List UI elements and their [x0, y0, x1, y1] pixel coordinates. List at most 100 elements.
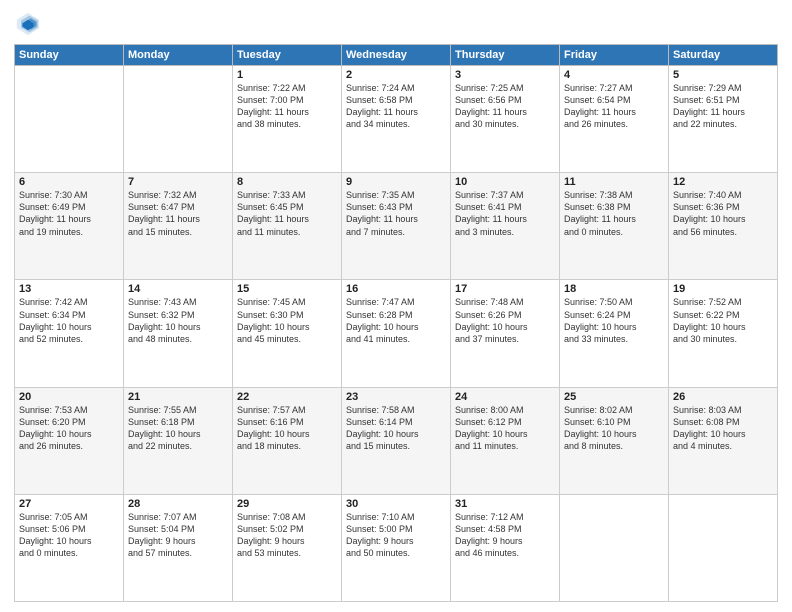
day-cell: 24Sunrise: 8:00 AM Sunset: 6:12 PM Dayli…	[451, 387, 560, 494]
day-info: Sunrise: 7:22 AM Sunset: 7:00 PM Dayligh…	[237, 82, 337, 131]
weekday-header-wednesday: Wednesday	[342, 45, 451, 66]
day-cell: 23Sunrise: 7:58 AM Sunset: 6:14 PM Dayli…	[342, 387, 451, 494]
day-number: 20	[19, 391, 119, 403]
day-info: Sunrise: 7:52 AM Sunset: 6:22 PM Dayligh…	[673, 296, 773, 345]
day-cell	[669, 494, 778, 601]
day-number: 8	[237, 176, 337, 188]
day-cell	[124, 66, 233, 173]
day-cell: 22Sunrise: 7:57 AM Sunset: 6:16 PM Dayli…	[233, 387, 342, 494]
day-info: Sunrise: 7:47 AM Sunset: 6:28 PM Dayligh…	[346, 296, 446, 345]
day-info: Sunrise: 8:03 AM Sunset: 6:08 PM Dayligh…	[673, 404, 773, 453]
day-info: Sunrise: 8:02 AM Sunset: 6:10 PM Dayligh…	[564, 404, 664, 453]
day-number: 24	[455, 391, 555, 403]
day-number: 21	[128, 391, 228, 403]
header	[14, 10, 778, 38]
weekday-header-row: SundayMondayTuesdayWednesdayThursdayFrid…	[15, 45, 778, 66]
day-number: 13	[19, 283, 119, 295]
calendar: SundayMondayTuesdayWednesdayThursdayFrid…	[14, 44, 778, 602]
day-cell: 21Sunrise: 7:55 AM Sunset: 6:18 PM Dayli…	[124, 387, 233, 494]
day-number: 25	[564, 391, 664, 403]
day-cell: 12Sunrise: 7:40 AM Sunset: 6:36 PM Dayli…	[669, 173, 778, 280]
day-cell: 17Sunrise: 7:48 AM Sunset: 6:26 PM Dayli…	[451, 280, 560, 387]
day-info: Sunrise: 7:42 AM Sunset: 6:34 PM Dayligh…	[19, 296, 119, 345]
day-cell	[560, 494, 669, 601]
day-number: 3	[455, 69, 555, 81]
day-number: 30	[346, 498, 446, 510]
day-cell: 14Sunrise: 7:43 AM Sunset: 6:32 PM Dayli…	[124, 280, 233, 387]
day-number: 31	[455, 498, 555, 510]
day-cell: 6Sunrise: 7:30 AM Sunset: 6:49 PM Daylig…	[15, 173, 124, 280]
day-number: 7	[128, 176, 228, 188]
day-info: Sunrise: 7:05 AM Sunset: 5:06 PM Dayligh…	[19, 511, 119, 560]
day-cell: 31Sunrise: 7:12 AM Sunset: 4:58 PM Dayli…	[451, 494, 560, 601]
day-info: Sunrise: 7:57 AM Sunset: 6:16 PM Dayligh…	[237, 404, 337, 453]
day-number: 23	[346, 391, 446, 403]
day-cell: 19Sunrise: 7:52 AM Sunset: 6:22 PM Dayli…	[669, 280, 778, 387]
day-cell: 29Sunrise: 7:08 AM Sunset: 5:02 PM Dayli…	[233, 494, 342, 601]
logo-icon	[14, 10, 42, 38]
day-info: Sunrise: 7:53 AM Sunset: 6:20 PM Dayligh…	[19, 404, 119, 453]
day-info: Sunrise: 7:50 AM Sunset: 6:24 PM Dayligh…	[564, 296, 664, 345]
day-info: Sunrise: 7:10 AM Sunset: 5:00 PM Dayligh…	[346, 511, 446, 560]
day-number: 27	[19, 498, 119, 510]
day-cell	[15, 66, 124, 173]
day-info: Sunrise: 7:45 AM Sunset: 6:30 PM Dayligh…	[237, 296, 337, 345]
day-info: Sunrise: 7:12 AM Sunset: 4:58 PM Dayligh…	[455, 511, 555, 560]
day-info: Sunrise: 7:37 AM Sunset: 6:41 PM Dayligh…	[455, 189, 555, 238]
day-cell: 5Sunrise: 7:29 AM Sunset: 6:51 PM Daylig…	[669, 66, 778, 173]
day-cell: 9Sunrise: 7:35 AM Sunset: 6:43 PM Daylig…	[342, 173, 451, 280]
day-info: Sunrise: 7:43 AM Sunset: 6:32 PM Dayligh…	[128, 296, 228, 345]
day-number: 28	[128, 498, 228, 510]
day-number: 12	[673, 176, 773, 188]
day-cell: 20Sunrise: 7:53 AM Sunset: 6:20 PM Dayli…	[15, 387, 124, 494]
day-cell: 10Sunrise: 7:37 AM Sunset: 6:41 PM Dayli…	[451, 173, 560, 280]
day-info: Sunrise: 7:25 AM Sunset: 6:56 PM Dayligh…	[455, 82, 555, 131]
day-number: 9	[346, 176, 446, 188]
weekday-header-monday: Monday	[124, 45, 233, 66]
day-info: Sunrise: 7:27 AM Sunset: 6:54 PM Dayligh…	[564, 82, 664, 131]
day-cell: 2Sunrise: 7:24 AM Sunset: 6:58 PM Daylig…	[342, 66, 451, 173]
day-info: Sunrise: 7:08 AM Sunset: 5:02 PM Dayligh…	[237, 511, 337, 560]
day-info: Sunrise: 7:29 AM Sunset: 6:51 PM Dayligh…	[673, 82, 773, 131]
day-cell: 4Sunrise: 7:27 AM Sunset: 6:54 PM Daylig…	[560, 66, 669, 173]
page: SundayMondayTuesdayWednesdayThursdayFrid…	[0, 0, 792, 612]
day-number: 15	[237, 283, 337, 295]
day-number: 14	[128, 283, 228, 295]
day-info: Sunrise: 7:33 AM Sunset: 6:45 PM Dayligh…	[237, 189, 337, 238]
day-cell: 8Sunrise: 7:33 AM Sunset: 6:45 PM Daylig…	[233, 173, 342, 280]
day-number: 22	[237, 391, 337, 403]
day-cell: 15Sunrise: 7:45 AM Sunset: 6:30 PM Dayli…	[233, 280, 342, 387]
day-info: Sunrise: 7:58 AM Sunset: 6:14 PM Dayligh…	[346, 404, 446, 453]
day-info: Sunrise: 7:32 AM Sunset: 6:47 PM Dayligh…	[128, 189, 228, 238]
week-row-3: 20Sunrise: 7:53 AM Sunset: 6:20 PM Dayli…	[15, 387, 778, 494]
day-info: Sunrise: 7:40 AM Sunset: 6:36 PM Dayligh…	[673, 189, 773, 238]
day-cell: 11Sunrise: 7:38 AM Sunset: 6:38 PM Dayli…	[560, 173, 669, 280]
day-number: 11	[564, 176, 664, 188]
weekday-header-tuesday: Tuesday	[233, 45, 342, 66]
day-cell: 7Sunrise: 7:32 AM Sunset: 6:47 PM Daylig…	[124, 173, 233, 280]
day-number: 19	[673, 283, 773, 295]
day-number: 4	[564, 69, 664, 81]
day-cell: 28Sunrise: 7:07 AM Sunset: 5:04 PM Dayli…	[124, 494, 233, 601]
day-info: Sunrise: 7:48 AM Sunset: 6:26 PM Dayligh…	[455, 296, 555, 345]
day-info: Sunrise: 7:35 AM Sunset: 6:43 PM Dayligh…	[346, 189, 446, 238]
week-row-2: 13Sunrise: 7:42 AM Sunset: 6:34 PM Dayli…	[15, 280, 778, 387]
week-row-0: 1Sunrise: 7:22 AM Sunset: 7:00 PM Daylig…	[15, 66, 778, 173]
weekday-header-saturday: Saturday	[669, 45, 778, 66]
weekday-header-thursday: Thursday	[451, 45, 560, 66]
day-number: 29	[237, 498, 337, 510]
day-info: Sunrise: 7:24 AM Sunset: 6:58 PM Dayligh…	[346, 82, 446, 131]
day-cell: 25Sunrise: 8:02 AM Sunset: 6:10 PM Dayli…	[560, 387, 669, 494]
day-number: 26	[673, 391, 773, 403]
day-number: 10	[455, 176, 555, 188]
day-cell: 1Sunrise: 7:22 AM Sunset: 7:00 PM Daylig…	[233, 66, 342, 173]
day-info: Sunrise: 8:00 AM Sunset: 6:12 PM Dayligh…	[455, 404, 555, 453]
week-row-4: 27Sunrise: 7:05 AM Sunset: 5:06 PM Dayli…	[15, 494, 778, 601]
day-cell: 3Sunrise: 7:25 AM Sunset: 6:56 PM Daylig…	[451, 66, 560, 173]
week-row-1: 6Sunrise: 7:30 AM Sunset: 6:49 PM Daylig…	[15, 173, 778, 280]
day-number: 17	[455, 283, 555, 295]
day-number: 1	[237, 69, 337, 81]
day-cell: 30Sunrise: 7:10 AM Sunset: 5:00 PM Dayli…	[342, 494, 451, 601]
day-info: Sunrise: 7:30 AM Sunset: 6:49 PM Dayligh…	[19, 189, 119, 238]
day-cell: 26Sunrise: 8:03 AM Sunset: 6:08 PM Dayli…	[669, 387, 778, 494]
